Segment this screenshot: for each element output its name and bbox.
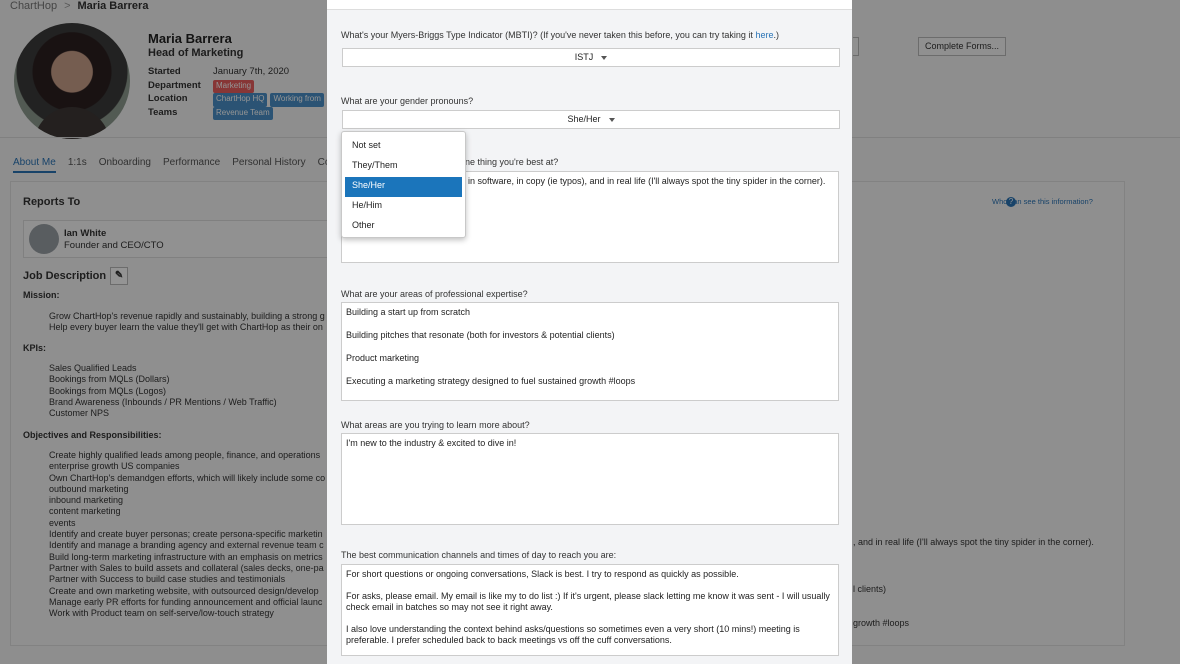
pronoun-option-she-her[interactable]: She/Her	[345, 177, 462, 197]
pronoun-option-he-him[interactable]: He/Him	[345, 197, 462, 217]
pronoun-option-they-them[interactable]: They/Them	[345, 157, 462, 177]
expertise-item: Product marketing	[346, 353, 420, 363]
pronouns-dropdown-menu: Not set They/Them She/Her He/Him Other	[341, 131, 466, 238]
mbti-question-end: .)	[773, 30, 779, 40]
communication-paragraph: For asks, please email. My email is like…	[346, 591, 830, 612]
about-me-modal: What's your Myers-Briggs Type Indicator …	[327, 0, 852, 664]
learn-answer: I'm new to the industry & excited to div…	[346, 438, 517, 448]
modal-body: What's your Myers-Briggs Type Indicator …	[327, 10, 852, 664]
learn-textarea[interactable]: I'm new to the industry & excited to div…	[341, 433, 839, 525]
chevron-down-icon	[601, 55, 608, 60]
mbti-link[interactable]: here	[755, 30, 773, 40]
mbti-question: What's your Myers-Briggs Type Indicator …	[341, 30, 779, 40]
learn-question: What areas are you trying to learn more …	[341, 420, 530, 430]
communication-question: The best communication channels and time…	[341, 550, 617, 560]
communication-textarea[interactable]: For short questions or ongoing conversat…	[341, 564, 839, 656]
mbti-select-value: ISTJ	[574, 52, 594, 62]
communication-paragraph: For short questions or ongoing conversat…	[346, 569, 739, 579]
pronoun-option-not-set[interactable]: Not set	[345, 137, 462, 157]
chevron-down-icon	[608, 117, 615, 122]
mbti-select[interactable]: ISTJ	[342, 48, 840, 67]
pronouns-select[interactable]: She/Her	[342, 110, 840, 129]
pronouns-select-value: She/Her	[567, 114, 601, 124]
expertise-item: Building pitches that resonate (both for…	[346, 330, 615, 340]
expertise-item: Executing a marketing strategy designed …	[346, 376, 636, 386]
pronoun-option-other[interactable]: Other	[345, 217, 462, 237]
mbti-question-text: What's your Myers-Briggs Type Indicator …	[341, 30, 756, 40]
expertise-textarea[interactable]: Building a start up from scratch Buildin…	[341, 302, 839, 401]
modal-header	[327, 0, 852, 10]
expertise-item: Building a start up from scratch	[346, 307, 471, 317]
expertise-question: What are your areas of professional expe…	[341, 289, 528, 299]
communication-paragraph: I also love understanding the context be…	[346, 624, 800, 645]
best-at-question: one thing you're best at?	[460, 157, 559, 167]
pronouns-question: What are your gender pronouns?	[341, 96, 474, 106]
